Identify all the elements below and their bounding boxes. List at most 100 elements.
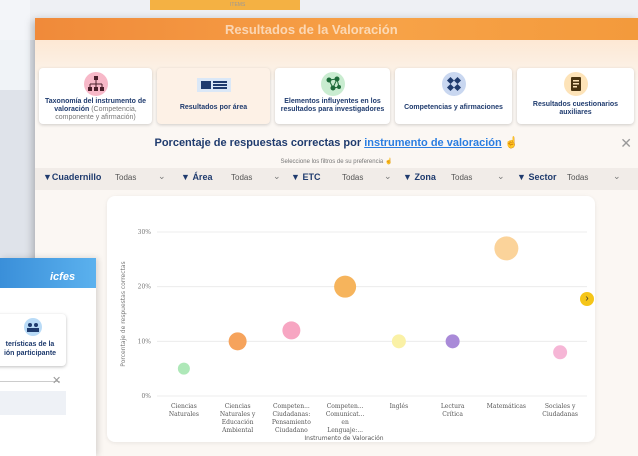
filter-zona-label: Zona [414, 172, 436, 182]
next-arrow-button[interactable]: › [580, 292, 594, 306]
filter-area-value: Todas [231, 173, 253, 182]
filter-bar: ▼Cuadernillo Todas ⌄ ▼ Área Todas ⌄ ▼ ET… [35, 168, 638, 190]
hand-pointer-icon: ☝ [504, 137, 519, 149]
chart-subtitle: Porcentaje de respuestas correctas por i… [35, 136, 638, 149]
tab-taxonomia[interactable]: Taxonomía del instrumento de valoración … [39, 68, 152, 124]
instrumento-link[interactable]: instrumento de valoración [364, 137, 502, 149]
x-tick-label: Comunicat... [326, 411, 365, 418]
filter-cuadernillo-label: Cuadernillo [51, 172, 102, 182]
x-tick-label: Competen... [327, 403, 364, 410]
clipboard-icon [563, 72, 588, 96]
filter-funnel-icon: ▼ [181, 172, 190, 182]
chevron-down-icon: ⌄ [158, 171, 166, 181]
x-tick-label: Naturales y [220, 411, 256, 418]
hierarchy-icon [83, 72, 108, 96]
x-axis-label: Instrumento de Valoración [304, 435, 383, 442]
network-icon [320, 72, 345, 96]
filter-sector[interactable]: ▼ Sector Todas ⌄ [517, 171, 629, 188]
x-tick-label: Lenguaje:... [327, 427, 363, 434]
chevron-down-icon: ⌄ [497, 171, 505, 181]
background-card [0, 0, 30, 90]
filter-etc[interactable]: ▼ ETC Todas ⌄ [291, 171, 395, 188]
filter-sector-label: Sector [528, 172, 557, 182]
data-point [282, 321, 301, 340]
filter-funnel-icon: ▼ [517, 172, 526, 182]
data-point [553, 345, 568, 360]
hand-pointer-icon: ☝ [384, 159, 393, 165]
left-card-label-1: terísticas de la [5, 341, 55, 348]
data-point [391, 334, 406, 349]
close-icon[interactable]: ✕ [620, 135, 632, 152]
filter-area-label: Área [192, 172, 213, 182]
filter-zona[interactable]: ▼ Zona Todas ⌄ [403, 171, 511, 188]
x-tick-label: Ciudadanas [542, 411, 578, 418]
filter-funnel-icon: ▼ [291, 172, 300, 182]
filter-sector-value: Todas [567, 173, 589, 182]
left-panel-card[interactable]: terísticas de la ión participante [0, 314, 66, 366]
tab-elementos-influyentes[interactable]: Elementos influyentes en los resultados … [275, 68, 390, 124]
filter-cuadernillo[interactable]: ▼Cuadernillo Todas ⌄ [43, 171, 171, 188]
x-tick-label: Pensamiento [272, 419, 311, 426]
x-tick-label: Matemáticas [487, 403, 526, 410]
x-tick-label: Inglés [390, 403, 409, 410]
filter-hint: Seleccione los filtros de su preferencia… [35, 158, 638, 165]
x-tick-label: Naturales [169, 411, 199, 418]
y-tick-label: 20% [138, 284, 152, 291]
background-strip [150, 0, 300, 10]
chart-card: 0% 10% 20% 30% Porcentaje de respuestas corr… [107, 196, 595, 442]
results-window: Resultados de la Valoración Taxonomía de… [35, 18, 638, 456]
bar-list-icon [196, 78, 231, 92]
bubble-chart: 0% 10% 20% 30% Porcentaje de respuestas corr… [120, 229, 587, 442]
x-tick-label: Ambiental [221, 427, 253, 434]
x-tick-label: Ciencias [171, 403, 197, 410]
chevron-down-icon: ⌄ [273, 171, 281, 181]
window-title: Resultados de la Valoración [225, 22, 398, 37]
filter-funnel-icon: ▼ [403, 172, 412, 182]
tab-cuestionarios[interactable]: Resultados cuestionarios auxiliares [517, 68, 634, 124]
x-tick-label: Competen... [273, 403, 310, 410]
tab-elementos-label: Elementos influyentes en los resultados … [280, 98, 385, 113]
y-tick-label: 0% [141, 393, 151, 400]
left-card-label-2: ión participante [3, 350, 57, 357]
data-point [228, 332, 247, 351]
tab-resultados-area-label: Resultados por área [179, 104, 248, 111]
y-tick-label: 10% [138, 338, 152, 345]
data-point [177, 362, 190, 375]
x-tick-label: Sociales y [545, 403, 576, 410]
x-tick-label: Ciencias [225, 403, 251, 410]
filter-zona-value: Todas [451, 173, 473, 182]
y-axis-label: Porcentaje de respuestas correctas [120, 261, 127, 366]
filter-area[interactable]: ▼ Área Todas ⌄ [181, 171, 285, 188]
tab-competencias[interactable]: Competencias y afirmaciones [395, 68, 512, 124]
puzzle-icon [441, 72, 466, 96]
data-point [445, 334, 460, 349]
x-tick-label: Ciudadano [275, 427, 308, 434]
x-tick-label: Lectura [441, 403, 465, 410]
left-panel-field[interactable] [0, 391, 66, 415]
tab-competencias-label: Competencias y afirmaciones [404, 104, 503, 111]
left-panel: icfes terísticas de la ión participante ✕ [0, 258, 96, 456]
filter-etc-label: ETC [302, 172, 321, 182]
x-tick-label: Crítica [442, 411, 463, 418]
chevron-down-icon: ⌄ [384, 171, 392, 181]
window-header: Resultados de la Valoración [35, 18, 638, 40]
y-tick-label: 30% [138, 229, 152, 236]
tab-resultados-area[interactable]: Resultados por área [157, 68, 270, 124]
close-icon[interactable]: ✕ [52, 374, 61, 387]
divider [0, 381, 60, 382]
filter-cuadernillo-value: Todas [115, 173, 137, 182]
data-point [494, 236, 519, 261]
chevron-down-icon: ⌄ [613, 171, 621, 181]
icfes-logo: icfes [50, 271, 76, 283]
people-icon [24, 318, 42, 336]
background-strip-text: ITEMS [230, 2, 246, 8]
subtitle-text: Porcentaje de respuestas correctas por [154, 137, 365, 149]
tab-bar: Taxonomía del instrumento de valoración … [39, 68, 638, 126]
filter-funnel-icon: ▼ [43, 172, 52, 182]
x-tick-label: en [341, 419, 349, 426]
filter-hint-text: Seleccione los filtros de su preferencia [280, 159, 384, 165]
x-tick-label: Educación [222, 419, 254, 426]
filter-etc-value: Todas [342, 173, 364, 182]
tab-cuestionarios-label: Resultados cuestionarios auxiliares [532, 101, 619, 116]
x-tick-label: Ciudadanas: [272, 411, 310, 418]
